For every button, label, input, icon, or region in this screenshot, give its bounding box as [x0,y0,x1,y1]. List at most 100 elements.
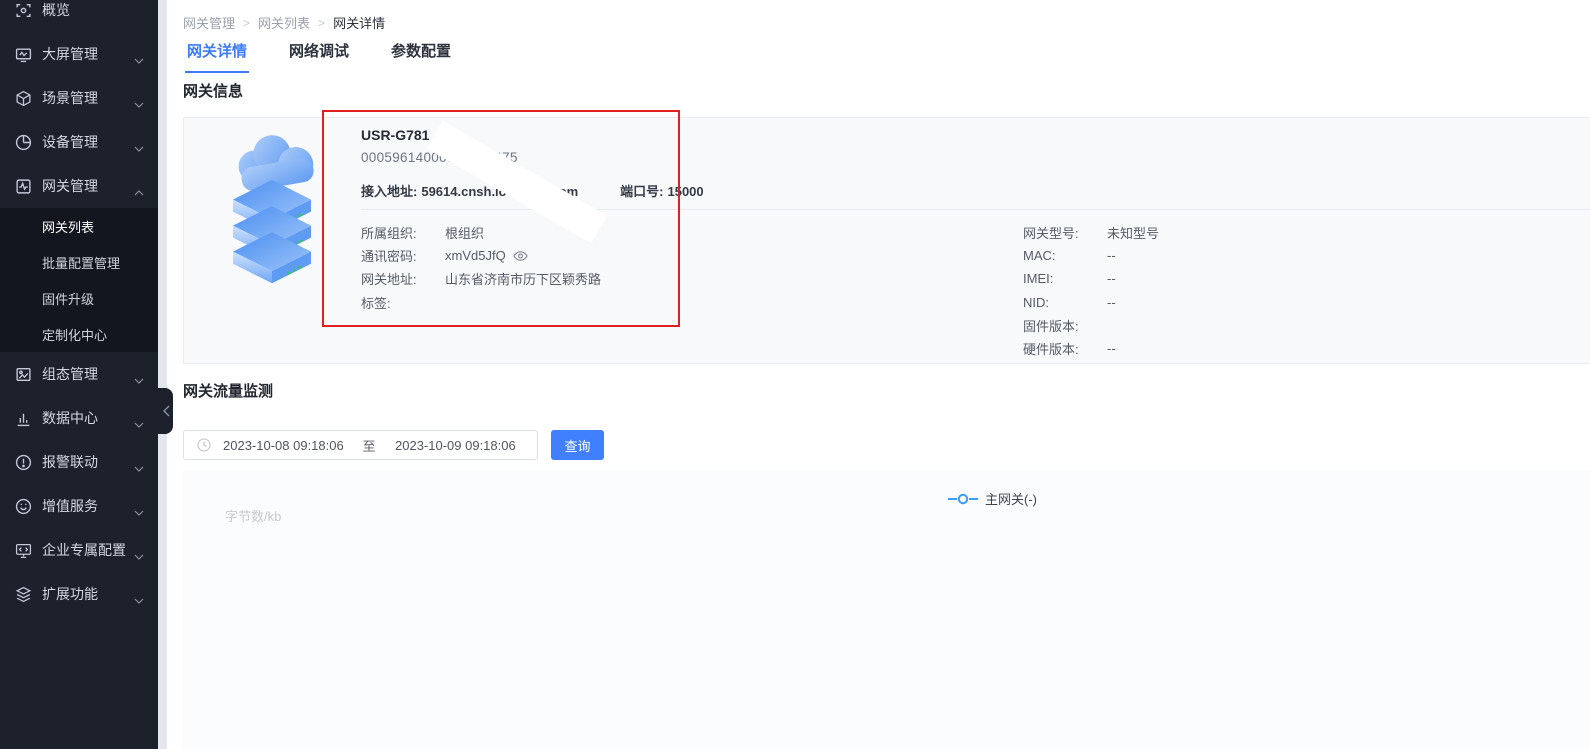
chevron-down-icon [134,415,144,421]
eye-icon[interactable] [513,250,528,262]
access-address-label: 接入地址: [361,184,417,199]
sidebar-item-label: 大屏管理 [42,44,134,64]
sidebar-item-label: 企业专属配置 [42,540,134,560]
bigscreen-icon [15,46,32,63]
sidebar-item-label: 扩展功能 [42,584,134,604]
sidebar-item-label: 增值服务 [42,496,134,516]
chevron-down-icon [134,547,144,553]
main-content: 网关管理 > 网关列表 > 网关详情 网关详情 网络调试 参数配置 网关信息 [167,0,1590,749]
sidebar-item-value-added[interactable]: 增值服务 [0,484,158,528]
tab-parameter-config[interactable]: 参数配置 [391,40,451,73]
date-range-separator: 至 [351,436,387,455]
sidebar-item-label: 场景管理 [42,88,134,108]
legend-label: 主网关(-) [985,489,1037,508]
chevron-down-icon [134,371,144,377]
date-end-value[interactable]: 2023-10-09 09:18:06 [395,438,516,453]
gateway-details-right: 网关型号: 未知型号 MAC: -- IMEI: -- NID: -- 固件版本… [1023,221,1159,360]
gateway-info-title: 网关信息 [183,80,243,101]
detail-label: 标签: [361,293,445,312]
port-value: 15000 [667,184,703,199]
sidebar-item-gateway-list[interactable]: 网关列表 [0,208,158,244]
sidebar-item-gateway[interactable]: 网关管理 [0,164,158,208]
enterprise-icon [15,542,32,559]
sidebar-item-extension[interactable]: 扩展功能 [0,572,158,616]
sidebar-item-datacenter[interactable]: 数据中心 [0,396,158,440]
tab-gateway-detail[interactable]: 网关详情 [187,40,247,73]
sidebar-collapse-handle[interactable] [158,388,173,434]
chart-legend-main-gateway[interactable]: 主网关(-) [948,489,1037,508]
port-label: 端口号: [620,184,663,199]
gateway-icon [15,178,32,195]
service-icon [15,498,32,515]
cloud-server-illustration [216,128,328,286]
sidebar-item-label: 概览 [42,0,144,20]
date-start-value[interactable]: 2023-10-08 09:18:06 [223,438,351,453]
gateway-info-panel: USR-G781 00059614000000475 接入地址:59614.cn… [183,117,1590,364]
gateway-id: 00059614000000475 [361,150,518,165]
sidebar-item-device[interactable]: 设备管理 [0,120,158,164]
breadcrumb-gateway-detail: 网关详情 [333,13,385,32]
tab-bar: 网关详情 网络调试 参数配置 [187,40,451,73]
sidebar-item-firmware-upgrade[interactable]: 固件升级 [0,280,158,316]
chevron-down-icon [134,51,144,57]
sidebar-item-hmi[interactable]: 组态管理 [0,352,158,396]
detail-value: -- [1107,295,1116,310]
detail-row-nid: NID: -- [1023,291,1159,314]
detail-row-mac: MAC: -- [1023,244,1159,267]
detail-label: NID: [1023,295,1107,310]
sidebar-item-bigscreen[interactable]: 大屏管理 [0,32,158,76]
detail-value: -- [1107,248,1116,263]
detail-row-hardware: 硬件版本: -- [1023,337,1159,360]
detail-row-imei: IMEI: -- [1023,267,1159,290]
date-range-picker[interactable]: 2023-10-08 09:18:06 至 2023-10-09 09:18:0… [183,430,538,460]
sidebar-item-label: 报警联动 [42,452,134,472]
gateway-access-row: 接入地址:59614.cnsh.iocp.com端口号:15000 [361,181,704,200]
submenu-label: 定制化中心 [42,325,107,344]
chart-y-axis-label: 字节数/kb [225,506,281,525]
query-button[interactable]: 查询 [551,430,604,460]
gateway-detail-page: { "colors": { "accent": "#3e7bfa", "butt… [0,0,1590,749]
breadcrumb: 网关管理 > 网关列表 > 网关详情 [183,13,385,32]
traffic-monitor-title: 网关流量监测 [183,380,273,401]
detail-row-firmware: 固件版本: [1023,314,1159,337]
line-series-legend-icon [948,493,978,505]
chevron-down-icon [134,503,144,509]
breadcrumb-gateway-list[interactable]: 网关列表 [258,13,310,32]
detail-label: MAC: [1023,248,1107,263]
submenu-label: 网关列表 [42,217,94,236]
detail-row-comm-password: 通讯密码: xmVd5JfQ [361,244,601,267]
sidebar-gutter [158,0,167,749]
detail-row-tags: 标签: [361,291,601,314]
submenu-label: 固件升级 [42,289,94,308]
sidebar-item-customization-center[interactable]: 定制化中心 [0,316,158,352]
sidebar-item-scene[interactable]: 场景管理 [0,76,158,120]
password-value: xmVd5JfQ [445,248,506,263]
panel-divider [361,209,1590,210]
sidebar-menu: 概览 大屏管理 场景管理 设备管理 [0,0,158,616]
clock-icon [197,438,211,452]
sidebar-item-overview[interactable]: 概览 [0,0,158,32]
detail-label: IMEI: [1023,271,1107,286]
tab-network-debug[interactable]: 网络调试 [289,40,349,73]
sidebar-item-alarm[interactable]: 报警联动 [0,440,158,484]
submenu-label: 批量配置管理 [42,253,120,272]
detail-row-organization: 所属组织: 根组织 [361,221,601,244]
detail-value: xmVd5JfQ [445,248,528,263]
breadcrumb-separator-icon: > [243,16,250,30]
detail-label: 硬件版本: [1023,339,1107,358]
chevron-down-icon [134,139,144,145]
gateway-details-left: 所属组织: 根组织 通讯密码: xmVd5JfQ 网关地址: 山东省济南市历下区… [361,221,601,314]
chevron-left-icon [162,405,170,417]
detail-value: -- [1107,341,1116,356]
traffic-toolbar: 2023-10-08 09:18:06 至 2023-10-09 09:18:0… [183,430,604,460]
sidebar: 概览 大屏管理 场景管理 设备管理 [0,0,158,749]
breadcrumb-gateway-management[interactable]: 网关管理 [183,13,235,32]
detail-label: 网关地址: [361,269,445,288]
datacenter-icon [15,410,32,427]
chevron-down-icon [134,95,144,101]
extension-icon [15,586,32,603]
sidebar-item-enterprise-config[interactable]: 企业专属配置 [0,528,158,572]
sidebar-item-batch-config[interactable]: 批量配置管理 [0,244,158,280]
hmi-icon [15,366,32,383]
access-address-left: 59614.cnsh.io [421,184,506,199]
